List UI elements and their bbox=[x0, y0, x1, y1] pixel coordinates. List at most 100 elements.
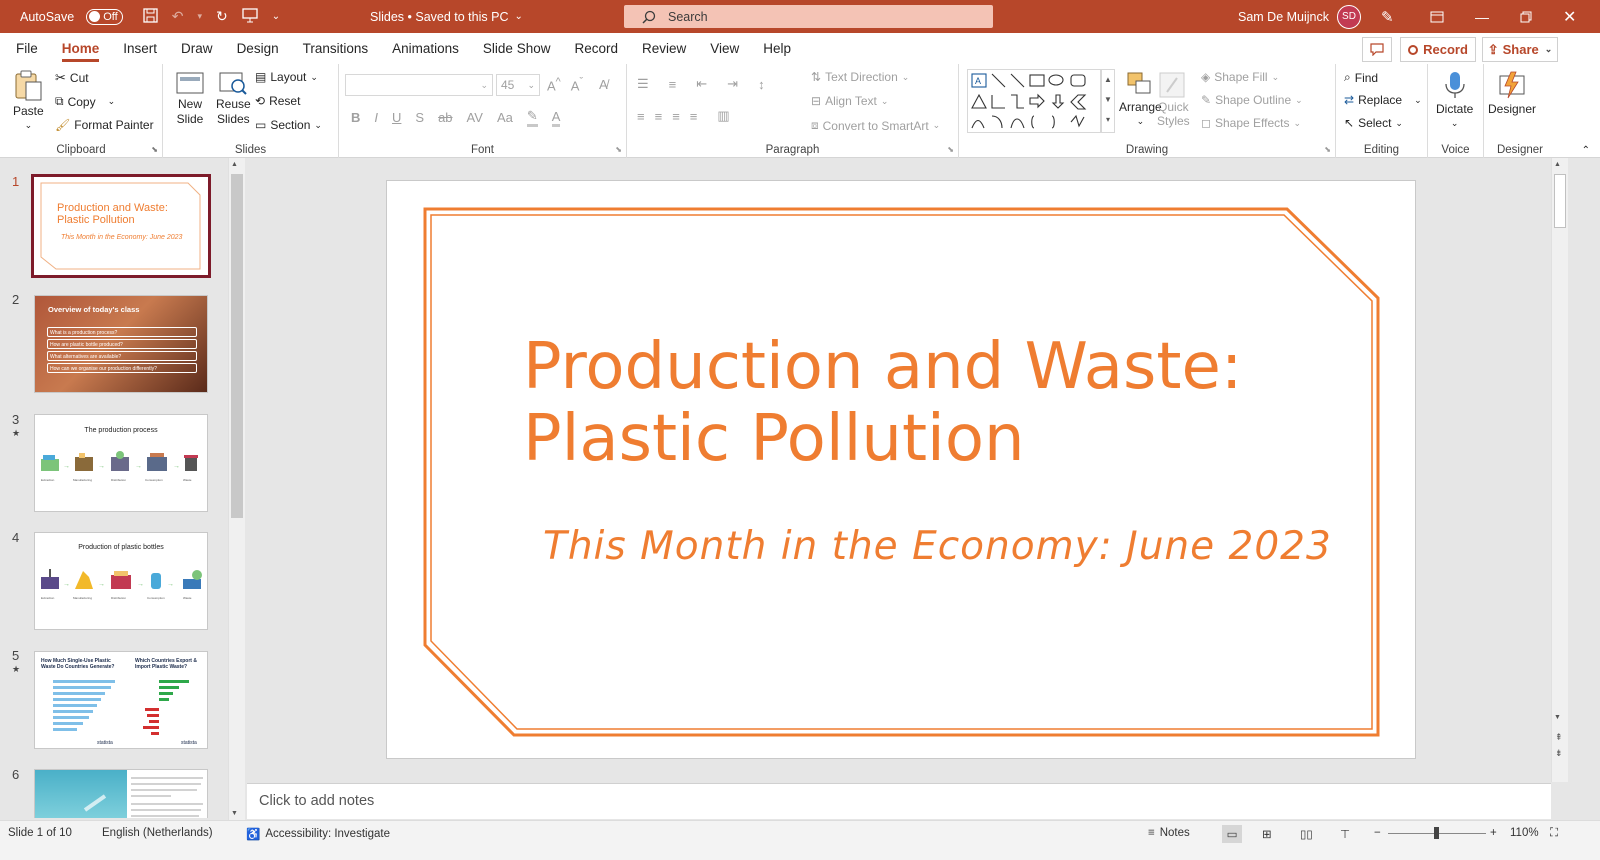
close-icon[interactable]: ✕ bbox=[1563, 0, 1576, 33]
decrease-indent-icon[interactable]: ⇤ bbox=[696, 76, 707, 92]
shape-fill-button[interactable]: ◈ Shape Fill ⌄ bbox=[1201, 70, 1279, 84]
autosave-toggle[interactable]: Off bbox=[86, 8, 123, 25]
underline-icon[interactable]: U bbox=[392, 110, 401, 125]
copy-button[interactable]: ⧉ Copy ⌄ bbox=[55, 94, 115, 109]
restore-icon[interactable] bbox=[1520, 0, 1532, 33]
slide-thumbnail-6[interactable] bbox=[34, 769, 208, 818]
undo-dropdown-icon[interactable]: ▾ bbox=[197, 11, 202, 22]
shape-effects-button[interactable]: ◻ Shape Effects ⌄ bbox=[1201, 116, 1301, 130]
highlight-icon[interactable]: ✎ bbox=[526, 108, 538, 127]
bold-icon[interactable]: B bbox=[351, 110, 360, 125]
font-size-input[interactable]: 45 ⌄ bbox=[496, 74, 540, 96]
tab-home[interactable]: Home bbox=[50, 33, 112, 64]
slide-subtitle[interactable]: This Month in the Economy: June 2023 bbox=[543, 524, 1332, 569]
replace-button[interactable]: ⇄ Replace ⌄ bbox=[1344, 93, 1422, 107]
slide-show-icon[interactable]: ⊤ bbox=[1340, 827, 1350, 841]
format-painter-button[interactable]: 🖌 Format Painter bbox=[55, 118, 154, 132]
tab-draw[interactable]: Draw bbox=[169, 33, 225, 64]
new-slide-button[interactable]: New Slide bbox=[175, 70, 205, 126]
tab-view[interactable]: View bbox=[698, 33, 751, 64]
previous-slide-icon[interactable]: ⇞ bbox=[1555, 732, 1563, 743]
slide-1[interactable]: Production and Waste: Plastic Pollution … bbox=[386, 180, 1416, 759]
comments-button[interactable] bbox=[1362, 37, 1392, 62]
justify-icon[interactable]: ≡ bbox=[690, 109, 698, 124]
align-text-button[interactable]: ⊟ Align Text ⌄ bbox=[811, 94, 888, 108]
scroll-thumb[interactable] bbox=[1554, 174, 1566, 228]
pen-icon[interactable]: ✎ bbox=[1381, 8, 1394, 26]
tab-design[interactable]: Design bbox=[225, 33, 291, 64]
tab-insert[interactable]: Insert bbox=[111, 33, 169, 64]
designer-button[interactable]: Designer bbox=[1488, 70, 1536, 116]
normal-view-icon[interactable]: ▭ bbox=[1222, 825, 1242, 843]
align-left-icon[interactable]: ≡ bbox=[637, 109, 645, 124]
section-button[interactable]: ▭ Section ⌄ bbox=[255, 118, 322, 132]
notes-button[interactable]: ≡ Notes bbox=[1148, 827, 1190, 839]
next-slide-icon[interactable]: ⇟ bbox=[1555, 748, 1563, 759]
search-input[interactable]: Search bbox=[624, 5, 993, 28]
save-icon[interactable] bbox=[143, 7, 158, 26]
minimize-icon[interactable]: — bbox=[1475, 0, 1489, 33]
numbering-icon[interactable]: ≡ bbox=[669, 77, 677, 92]
strikethrough-icon[interactable]: ab bbox=[438, 110, 452, 125]
find-button[interactable]: ⌕ Find bbox=[1344, 70, 1378, 85]
zoom-in-icon[interactable]: + bbox=[1490, 827, 1497, 839]
gallery-more-icon[interactable]: ▾ bbox=[1102, 110, 1114, 130]
grow-font-icon[interactable]: A^ bbox=[547, 76, 561, 93]
thumbnail-scrollbar[interactable]: ▲ ▼ bbox=[228, 158, 245, 820]
slide-sorter-icon[interactable]: ⊞ bbox=[1262, 827, 1272, 841]
columns-icon[interactable]: ▥ bbox=[717, 108, 729, 124]
present-icon[interactable] bbox=[242, 7, 258, 26]
clear-formatting-icon[interactable]: A̸ bbox=[599, 77, 608, 92]
tab-review[interactable]: Review bbox=[630, 33, 698, 64]
slide-thumbnail-4[interactable]: Production of plastic bottles → → → → Ex… bbox=[34, 532, 208, 630]
increase-indent-icon[interactable]: ⇥ bbox=[727, 76, 738, 92]
canvas-scrollbar[interactable]: ▲ ▼ ⇞ ⇟ bbox=[1551, 158, 1568, 782]
dictate-button[interactable]: Dictate ⌄ bbox=[1436, 70, 1473, 129]
scroll-down-icon[interactable]: ▼ bbox=[231, 810, 238, 817]
notes-pane[interactable]: Click to add notes bbox=[247, 783, 1551, 819]
layout-button[interactable]: ▤ Layout ⌄ bbox=[255, 70, 318, 84]
reset-button[interactable]: ⟲ Reset bbox=[255, 94, 300, 108]
convert-smartart-button[interactable]: ⧈ Convert to SmartArt ⌄ bbox=[811, 118, 940, 133]
zoom-level[interactable]: 110% bbox=[1510, 827, 1539, 839]
ribbon-display-options-icon[interactable] bbox=[1430, 0, 1444, 33]
tab-help[interactable]: Help bbox=[751, 33, 803, 64]
change-case-icon[interactable]: Aa bbox=[497, 110, 513, 125]
share-button[interactable]: ⇪ Share ⌄ bbox=[1482, 37, 1558, 62]
dialog-launcher-icon[interactable]: ⬊ bbox=[1324, 145, 1331, 154]
gallery-up-icon[interactable]: ▲ bbox=[1102, 70, 1114, 90]
bullets-icon[interactable]: ☰ bbox=[637, 76, 649, 92]
fit-to-window-icon[interactable]: ⛶ bbox=[1550, 827, 1558, 840]
slide-thumbnail-5[interactable]: How Much Single-Use Plastic Waste Do Cou… bbox=[34, 651, 208, 749]
font-color-icon[interactable]: A bbox=[551, 109, 561, 127]
arrange-button[interactable]: Arrange ⌄ bbox=[1119, 70, 1162, 127]
shape-outline-button[interactable]: ✎ Shape Outline ⌄ bbox=[1201, 93, 1303, 107]
shadow-icon[interactable]: S bbox=[415, 110, 424, 125]
italic-icon[interactable]: I bbox=[374, 110, 378, 125]
select-button[interactable]: ↖ Select ⌄ bbox=[1344, 116, 1403, 130]
reuse-slides-button[interactable]: Reuse Slides bbox=[216, 70, 251, 126]
text-direction-button[interactable]: ⇅ Text Direction ⌄ bbox=[811, 70, 909, 84]
collapse-ribbon-icon[interactable]: ⌃ bbox=[1582, 145, 1590, 156]
tab-transitions[interactable]: Transitions bbox=[291, 33, 381, 64]
tab-animations[interactable]: Animations bbox=[380, 33, 471, 64]
slide-thumbnail-3[interactable]: The production process → → → → Extractio… bbox=[34, 414, 208, 512]
cut-button[interactable]: ✂ Cut bbox=[55, 70, 89, 86]
redo-icon[interactable]: ↻ bbox=[216, 8, 228, 25]
scroll-down-icon[interactable]: ▼ bbox=[1554, 714, 1561, 721]
paste-button[interactable]: Paste ⌄ bbox=[13, 70, 44, 131]
dialog-launcher-icon[interactable]: ⬊ bbox=[151, 145, 158, 154]
shapes-gallery[interactable]: A bbox=[967, 69, 1101, 133]
user-account[interactable]: Sam De Muijnck SD ✎ bbox=[1238, 0, 1394, 33]
accessibility-indicator[interactable]: ♿ Accessibility: Investigate bbox=[246, 827, 390, 841]
tab-file[interactable]: File bbox=[4, 33, 50, 64]
slide-title[interactable]: Production and Waste: Plastic Pollution bbox=[523, 331, 1242, 475]
dialog-launcher-icon[interactable]: ⬊ bbox=[615, 145, 622, 154]
tab-record[interactable]: Record bbox=[562, 33, 630, 64]
character-spacing-icon[interactable]: AV bbox=[467, 110, 483, 125]
zoom-out-icon[interactable]: − bbox=[1374, 827, 1381, 839]
slide-thumbnail-1[interactable]: Production and Waste: Plastic Pollution … bbox=[31, 174, 211, 278]
scroll-thumb[interactable] bbox=[231, 174, 243, 518]
tab-slide-show[interactable]: Slide Show bbox=[471, 33, 563, 64]
scroll-up-icon[interactable]: ▲ bbox=[1554, 161, 1561, 168]
